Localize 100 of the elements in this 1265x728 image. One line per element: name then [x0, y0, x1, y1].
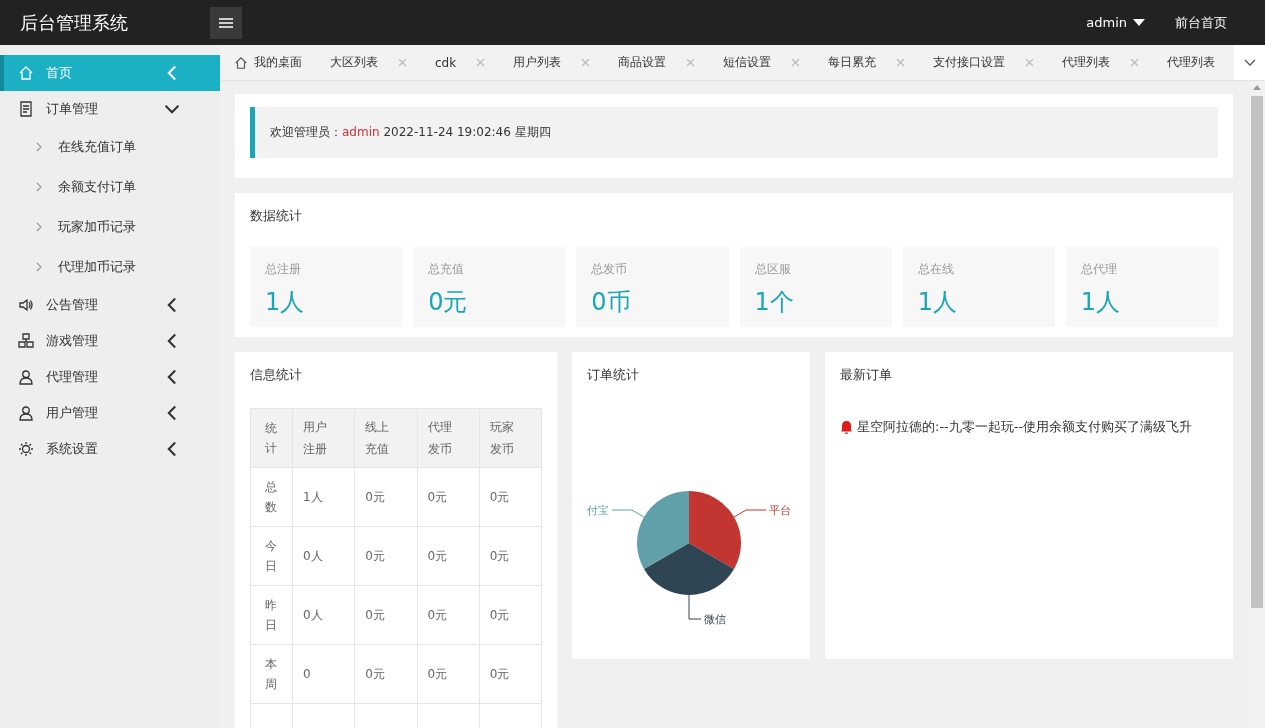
column-header: 用户注册 [292, 408, 355, 468]
order-entry: 星空阿拉德的:--九零一起玩--使用余额支付购买了满级飞升 [857, 418, 1193, 436]
sidebar-label: 公告管理 [46, 296, 99, 314]
app-title: 后台管理系统 [19, 10, 129, 35]
hierarchy-icon [18, 333, 34, 349]
close-icon[interactable] [1130, 58, 1140, 67]
table-cell: 0元 [417, 585, 480, 645]
column-header: 线上充值 [354, 408, 417, 468]
table-cell: 1人 [292, 467, 355, 527]
table-cell: 0 [292, 644, 355, 704]
leader-line [611, 509, 645, 518]
settings-icon [18, 441, 34, 457]
table-cell: 0元 [417, 526, 480, 586]
tab[interactable]: 代理列表 [1153, 45, 1230, 80]
stat-label: 总区服 [754, 261, 792, 278]
tab[interactable]: 支付接口设置 [919, 45, 1049, 80]
tab[interactable]: cdk [421, 45, 500, 80]
leader-line [688, 594, 702, 620]
sidebar-subitem[interactable]: 在线充值订单 [0, 127, 220, 167]
tab[interactable]: 每日累充 [814, 45, 920, 80]
sidebar-label: 代理管理 [46, 368, 99, 386]
user-icon [18, 405, 34, 421]
stat-label: 总充值 [428, 261, 466, 278]
chevron-icon [36, 222, 42, 232]
table-cell: 0人 [292, 585, 355, 645]
speaker-icon [18, 297, 34, 313]
scroll-up-icon[interactable] [1252, 85, 1261, 90]
stat-label: 总注册 [265, 261, 302, 278]
close-icon[interactable] [476, 58, 486, 67]
user-menu[interactable]: admin [1086, 15, 1145, 30]
caret-icon [1133, 19, 1145, 26]
home-link[interactable]: 前台首页 [1175, 13, 1227, 32]
pie-label: 微信 [704, 613, 726, 626]
stat-value: 1个 [754, 287, 795, 318]
tab[interactable]: 我的桌面 [220, 45, 316, 80]
welcome-text: 欢迎管理员：admin 2022-11-24 19:02:46 星期四 [270, 124, 551, 141]
table-cell: 今日 [250, 526, 293, 586]
table-cell: 0人 [292, 526, 355, 586]
sidebar-label: 用户管理 [46, 404, 99, 422]
leader-line [733, 509, 767, 518]
tab[interactable]: 商品设置 [604, 45, 710, 80]
menu-icon [219, 17, 233, 28]
stat-label: 总代理 [1080, 261, 1118, 278]
scrollbar-thumb[interactable] [1250, 96, 1263, 608]
table-cell: 昨日 [250, 585, 293, 645]
document-icon [18, 101, 34, 117]
close-icon[interactable] [581, 58, 591, 67]
table-cell: 0元 [354, 467, 417, 527]
sidebar-label: 系统设置 [46, 440, 99, 458]
table-cell: 0元 [479, 526, 542, 586]
close-icon[interactable] [1025, 58, 1035, 67]
close-icon[interactable] [896, 58, 906, 67]
chevron-icon [1243, 59, 1256, 66]
sidebar-item[interactable]: 订单管理 [0, 91, 220, 127]
table-cell: 0元 [354, 585, 417, 645]
column-header: 代理发币 [417, 408, 480, 468]
chevron-icon [36, 142, 42, 152]
sidebar-subitem[interactable]: 代理加币记录 [0, 247, 220, 287]
tab-dropdown-button[interactable] [1234, 45, 1265, 80]
sidebar-item[interactable]: 公告管理 [0, 287, 220, 323]
close-icon[interactable] [398, 58, 407, 67]
sidebar-subitem[interactable]: 余额支付订单 [0, 167, 220, 207]
stat-value: 1人 [265, 287, 306, 318]
home-icon [234, 55, 248, 70]
section-title: 订单统计 [586, 366, 640, 384]
menu-button[interactable] [210, 6, 242, 39]
sidebar-item[interactable]: 用户管理 [0, 395, 220, 431]
close-icon[interactable] [791, 58, 801, 67]
stat-value: 0币 [591, 287, 632, 318]
stat-value: 1人 [1080, 287, 1122, 318]
table-cell: 0元 [479, 585, 542, 645]
column-header: 统计 [250, 408, 293, 468]
sidebar-label: 游戏管理 [46, 332, 99, 350]
section-title: 信息统计 [249, 366, 303, 384]
table-cell: 0元 [417, 644, 480, 704]
tab[interactable]: 大区列表 [316, 45, 421, 80]
bell-icon [840, 420, 853, 434]
chevron-icon [36, 262, 42, 272]
table-cell: 0元 [479, 467, 542, 527]
sidebar-subitem[interactable]: 玩家加币记录 [0, 207, 220, 247]
section-title: 数据统计 [249, 207, 303, 225]
chevron-icon [36, 182, 42, 192]
tab[interactable]: 代理列表 [1048, 45, 1154, 80]
sidebar-label: 订单管理 [46, 100, 99, 118]
home-icon [18, 65, 34, 81]
pie-label: 平台 [769, 504, 792, 517]
tab[interactable]: 短信设置 [709, 45, 815, 80]
stat-value: 1人 [917, 287, 958, 318]
table-cell: 0元 [417, 467, 480, 527]
table-cell: 总数 [250, 467, 293, 527]
sidebar-item[interactable]: 系统设置 [0, 431, 220, 467]
sidebar-label: 首页 [46, 64, 73, 82]
sidebar-item[interactable]: 游戏管理 [0, 323, 220, 359]
tab[interactable]: 用户列表 [499, 45, 605, 80]
table-cell: 本周 [250, 644, 293, 704]
sidebar-item[interactable]: 代理管理 [0, 359, 220, 395]
user-icon [18, 369, 34, 385]
stat-value: 0元 [428, 287, 469, 318]
close-icon[interactable] [686, 58, 696, 67]
stat-label: 总在线 [917, 261, 955, 278]
